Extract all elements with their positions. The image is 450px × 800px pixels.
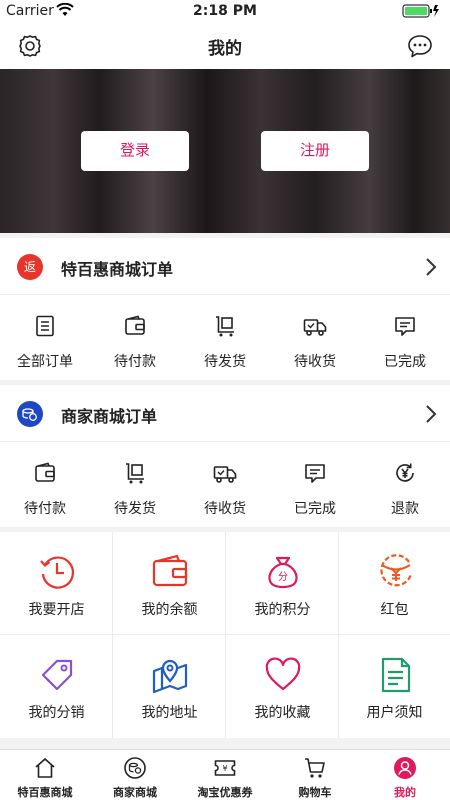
message-check-icon (395, 317, 415, 336)
merchant-orders-header[interactable]: 商家商城订单 (0, 385, 450, 442)
order-item-label: 待收货 (204, 501, 246, 517)
tab-label: 我的 (394, 786, 416, 799)
cart-box-icon (126, 463, 144, 484)
heart-icon (265, 657, 301, 691)
tab-label: 购物车 (298, 786, 332, 799)
login-button[interactable]: 登录 (81, 131, 189, 171)
tab-label: 商家商城 (113, 786, 157, 799)
order-pending-shipment-button[interactable]: 待发货 (180, 296, 270, 380)
wallet-icon (125, 315, 145, 335)
home-icon (35, 758, 55, 778)
battery-icon (402, 4, 440, 22)
tab-shopping-cart[interactable]: 购物车 (270, 750, 360, 800)
tag-icon (41, 659, 73, 691)
order-pending-payment-button[interactable]: 待付款 (90, 296, 180, 380)
order-item-label: 待收货 (294, 354, 336, 370)
red-envelope-icon (380, 554, 413, 587)
money-bag-icon: 分 (268, 556, 298, 589)
tebaihui-order-status-row: 全部订单 待付款 待发货 待收货 已完成 (0, 296, 450, 380)
message-check-icon (305, 464, 325, 483)
merchant-pending-shipment-button[interactable]: 待发货 (90, 443, 180, 527)
wallet-icon (152, 554, 188, 587)
tab-label: 淘宝优惠券 (197, 786, 253, 799)
status-bar: Carrier 2:18 PM (0, 0, 450, 22)
grid-item-label: 我的收藏 (254, 705, 311, 721)
order-item-label: 全部订单 (17, 354, 73, 370)
register-button[interactable]: 注册 (261, 131, 369, 171)
document-list-icon (36, 315, 54, 337)
grid-item-label: 我的余额 (141, 602, 198, 618)
page-title: 我的 (208, 39, 242, 59)
clock-time: 2:18 PM (193, 3, 257, 19)
order-completed-button[interactable]: 已完成 (360, 296, 450, 380)
cart-icon (305, 758, 325, 778)
user-icon (394, 757, 416, 779)
order-item-label: 待付款 (114, 354, 156, 370)
rebate-badge-icon: 返 (17, 254, 43, 280)
merchant-pending-payment-button[interactable]: 待付款 (0, 443, 90, 527)
open-shop-cell[interactable]: 我要开店 (0, 532, 113, 635)
grid-item-label: 用户须知 (366, 705, 423, 721)
coupon-icon: ¥ (214, 760, 236, 776)
my-address-cell[interactable]: 我的地址 (113, 635, 226, 738)
section-title: 商家商城订单 (61, 407, 158, 426)
nav-bar: 我的 (0, 22, 450, 69)
document-icon (381, 657, 411, 693)
grid-item-label: 我的分销 (28, 705, 85, 721)
clock-icon (40, 556, 74, 589)
merchant-completed-button[interactable]: 已完成 (270, 443, 360, 527)
merchant-pending-receipt-button[interactable]: 待收货 (180, 443, 270, 527)
chevron-right-icon (424, 403, 438, 425)
merchant-order-status-row: 待付款 待发货 待收货 已完成 退款 (0, 443, 450, 527)
grid-item-label: 我的地址 (141, 705, 198, 721)
my-points-cell[interactable]: 分 我的积分 (226, 532, 339, 635)
order-item-label: 待付款 (24, 501, 66, 517)
svg-text:¥: ¥ (222, 764, 227, 773)
grid-item-label: 红包 (380, 602, 409, 618)
tab-my-profile[interactable]: 我的 (360, 750, 450, 800)
delivery-truck-icon (213, 466, 237, 483)
merchant-orders-section: 商家商城订单 待付款 待发货 待收货 已完成 退款 (0, 385, 450, 527)
grid-item-label: 我的积分 (254, 602, 311, 618)
cart-box-icon (216, 316, 234, 337)
red-packet-cell[interactable]: 红包 (339, 532, 450, 635)
message-bubble-icon[interactable] (406, 32, 434, 60)
map-pin-icon (152, 659, 188, 694)
yen-refund-icon (396, 463, 414, 482)
profile-banner: 登录 注册 (0, 69, 450, 233)
tab-taobao-coupons[interactable]: ¥ 淘宝优惠券 (180, 750, 270, 800)
delivery-truck-icon (303, 319, 327, 336)
merchant-refund-button[interactable]: 退款 (360, 443, 450, 527)
bottom-tab-bar: 特百惠商城 商家商城 ¥ 淘宝优惠券 购物车 我的 (0, 749, 450, 800)
chevron-right-icon (424, 256, 438, 278)
order-all-button[interactable]: 全部订单 (0, 296, 90, 380)
shop-coin-badge-icon (17, 401, 43, 427)
shop-coin-icon (124, 757, 146, 779)
order-item-label: 已完成 (294, 501, 336, 517)
order-item-label: 退款 (391, 501, 419, 517)
order-item-label: 待发货 (114, 501, 156, 517)
order-pending-receipt-button[interactable]: 待收货 (270, 296, 360, 380)
tebaihui-orders-section: 返 特百惠商城订单 全部订单 待付款 待发货 待收货 已完成 (0, 238, 450, 380)
my-distribution-cell[interactable]: 我的分销 (0, 635, 113, 738)
svg-text:分: 分 (278, 571, 288, 583)
my-favorites-cell[interactable]: 我的收藏 (226, 635, 339, 738)
order-item-label: 待发货 (204, 354, 246, 370)
grid-item-label: 我要开店 (28, 602, 85, 618)
tab-tebaihui-mall[interactable]: 特百惠商城 (0, 750, 90, 800)
my-balance-cell[interactable]: 我的余额 (113, 532, 226, 635)
wallet-icon (35, 462, 55, 482)
tab-label: 特百惠商城 (17, 786, 73, 799)
order-item-label: 已完成 (384, 354, 426, 370)
tab-merchant-mall[interactable]: 商家商城 (90, 750, 180, 800)
feature-grid: 我要开店 我的余额 分 我的积分 红包 我的分销 我的地址 我的收藏 用户须知 (0, 532, 450, 738)
user-notice-cell[interactable]: 用户须知 (339, 635, 450, 738)
section-title: 特百惠商城订单 (61, 260, 174, 279)
tebaihui-orders-header[interactable]: 返 特百惠商城订单 (0, 238, 450, 295)
